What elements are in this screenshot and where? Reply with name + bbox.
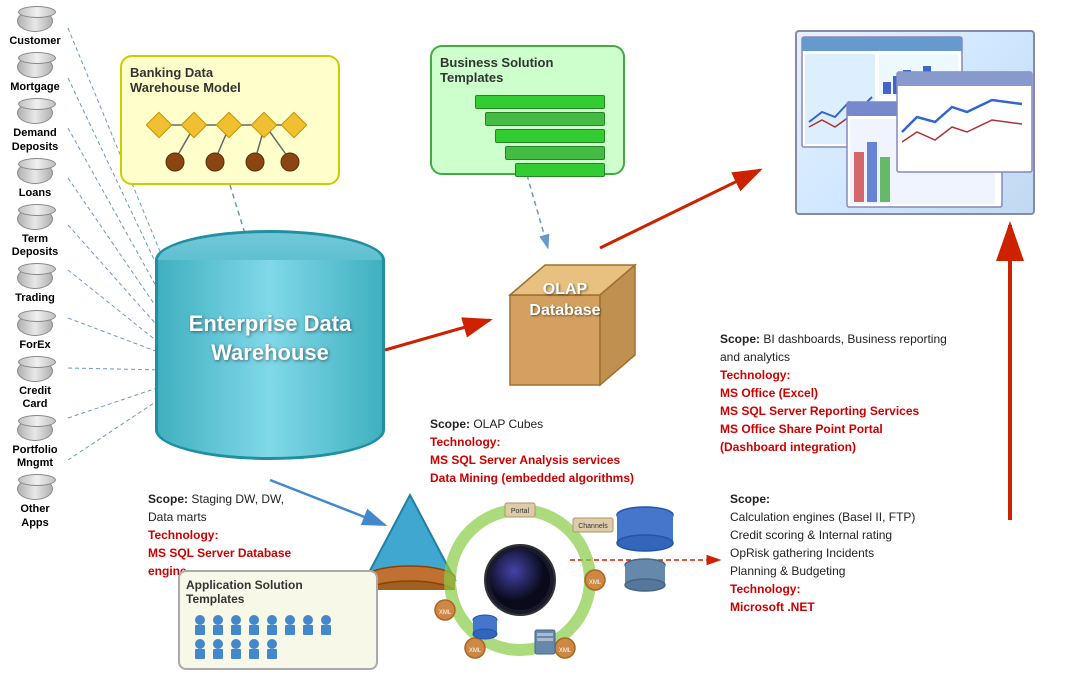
scope-calc-tech-text: Microsoft .NET bbox=[730, 600, 815, 614]
olap-label: OLAPDatabase bbox=[500, 280, 630, 322]
cylinder-forex bbox=[17, 314, 53, 336]
source-label-portfolio: PortfolioMngmt bbox=[12, 444, 57, 470]
scope-bi-box: Scope: BI dashboards, Business reporting… bbox=[720, 330, 980, 456]
source-label-term: TermDeposits bbox=[12, 233, 58, 259]
doc-bar-4 bbox=[505, 146, 605, 160]
doc-bar-2 bbox=[485, 112, 605, 126]
source-portfolio: PortfolioMngmt bbox=[0, 419, 70, 470]
bst-box: Business SolutionTemplates bbox=[430, 45, 625, 175]
doc-bar-5 bbox=[515, 163, 605, 177]
banking-dw-box: Banking DataWarehouse Model bbox=[120, 55, 340, 185]
scope-staging-text: Scope: Staging DW, DW, Data marts Techno… bbox=[148, 490, 348, 580]
scope-olap-text: Scope: OLAP Cubes Technology: MS SQL Ser… bbox=[430, 415, 670, 487]
scope-staging-box: Scope: Staging DW, DW, Data marts Techno… bbox=[148, 490, 348, 580]
stacked-docs bbox=[440, 90, 615, 182]
cylinder-other bbox=[17, 478, 53, 500]
cylinder-demand bbox=[17, 102, 53, 124]
svg-text:Portal: Portal bbox=[511, 508, 530, 515]
cylinder-credit bbox=[17, 360, 53, 382]
scope-calc-tech-label: Technology: bbox=[730, 582, 800, 596]
banking-dw-title: Banking DataWarehouse Model bbox=[130, 65, 330, 95]
data-sources-column: Customer Mortgage DemandDeposits Loans T… bbox=[0, 10, 70, 530]
integration-hub: Portal Channels XML XML XML XML bbox=[420, 500, 620, 660]
integration-hub-svg: Portal Channels XML XML XML XML bbox=[420, 500, 620, 660]
source-label-forex: ForEx bbox=[19, 339, 50, 352]
cylinder-loans bbox=[17, 162, 53, 184]
source-label-demand: DemandDeposits bbox=[12, 127, 58, 153]
scope-olap-tech-text: MS SQL Server Analysis servicesData Mini… bbox=[430, 453, 634, 485]
source-loans: Loans bbox=[0, 162, 70, 200]
scope-bi-tech-text: MS Office (Excel) MS SQL Server Reportin… bbox=[720, 386, 919, 454]
scope-olap-box: Scope: OLAP Cubes Technology: MS SQL Ser… bbox=[430, 415, 670, 487]
source-label-customer: Customer bbox=[9, 35, 60, 48]
diagram-container: Customer Mortgage DemandDeposits Loans T… bbox=[0, 0, 1065, 680]
cylinder-mortgage bbox=[17, 56, 53, 78]
scope-olap-tech-label: Technology: bbox=[430, 435, 500, 449]
source-demand-deposits: DemandDeposits bbox=[0, 102, 70, 153]
source-customer: Customer bbox=[0, 10, 70, 48]
scope-bi-tech-label: Technology: bbox=[720, 368, 790, 382]
edw-container: Enterprise DataWarehouse bbox=[155, 230, 385, 480]
source-label-credit: CreditCard bbox=[19, 385, 51, 411]
ast-box: Application SolutionTemplates bbox=[178, 570, 378, 670]
cylinder-term bbox=[17, 208, 53, 230]
svg-text:XML: XML bbox=[469, 648, 482, 654]
node-diagram-svg bbox=[135, 105, 325, 185]
banking-dw-diagram bbox=[130, 100, 330, 190]
ast-title: Application SolutionTemplates bbox=[186, 578, 370, 606]
cylinder-portfolio bbox=[17, 419, 53, 441]
svg-text:XML: XML bbox=[439, 610, 452, 616]
source-credit-card: CreditCard bbox=[0, 360, 70, 411]
dashboard-svg bbox=[797, 32, 1035, 215]
scope-calc-label: Scope: bbox=[730, 492, 770, 506]
scope-calc-text: Scope: Calculation engines (Basel II, FT… bbox=[730, 490, 1010, 616]
source-mortgage: Mortgage bbox=[0, 56, 70, 94]
db-icons-group bbox=[605, 500, 685, 603]
scope-bi-text: Scope: BI dashboards, Business reporting… bbox=[720, 330, 980, 456]
source-label-loans: Loans bbox=[19, 187, 51, 200]
source-term-deposits: TermDeposits bbox=[0, 208, 70, 259]
scope-olap-label: Scope: bbox=[430, 417, 470, 431]
dashboard-inner bbox=[797, 32, 1033, 213]
doc-bar-1 bbox=[475, 95, 605, 109]
dashboard-image bbox=[795, 30, 1035, 215]
olap-container: OLAPDatabase bbox=[490, 245, 640, 405]
scope-staging-label: Scope: bbox=[148, 492, 188, 506]
source-forex: ForEx bbox=[0, 314, 70, 352]
ast-icons bbox=[186, 610, 370, 664]
db-icons-svg bbox=[605, 500, 685, 600]
svg-text:XML: XML bbox=[559, 648, 572, 654]
scope-bi-label: Scope: bbox=[720, 332, 760, 346]
source-label-mortgage: Mortgage bbox=[10, 81, 60, 94]
ast-icons-svg bbox=[188, 612, 363, 662]
source-other-apps: OtherApps bbox=[0, 478, 70, 529]
cylinder-trading bbox=[17, 267, 53, 289]
source-label-other: OtherApps bbox=[20, 503, 49, 529]
scope-staging-tech-label: Technology: bbox=[148, 528, 218, 542]
edw-label: Enterprise DataWarehouse bbox=[155, 310, 385, 367]
source-trading: Trading bbox=[0, 267, 70, 305]
bst-title: Business SolutionTemplates bbox=[440, 55, 615, 85]
source-label-trading: Trading bbox=[15, 292, 55, 305]
cylinder-customer bbox=[17, 10, 53, 32]
scope-calc-box: Scope: Calculation engines (Basel II, FT… bbox=[730, 490, 1010, 616]
olap-cube-svg bbox=[490, 245, 640, 405]
svg-text:XML: XML bbox=[589, 580, 602, 586]
doc-bar-3 bbox=[495, 129, 605, 143]
svg-text:Channels: Channels bbox=[578, 523, 608, 530]
